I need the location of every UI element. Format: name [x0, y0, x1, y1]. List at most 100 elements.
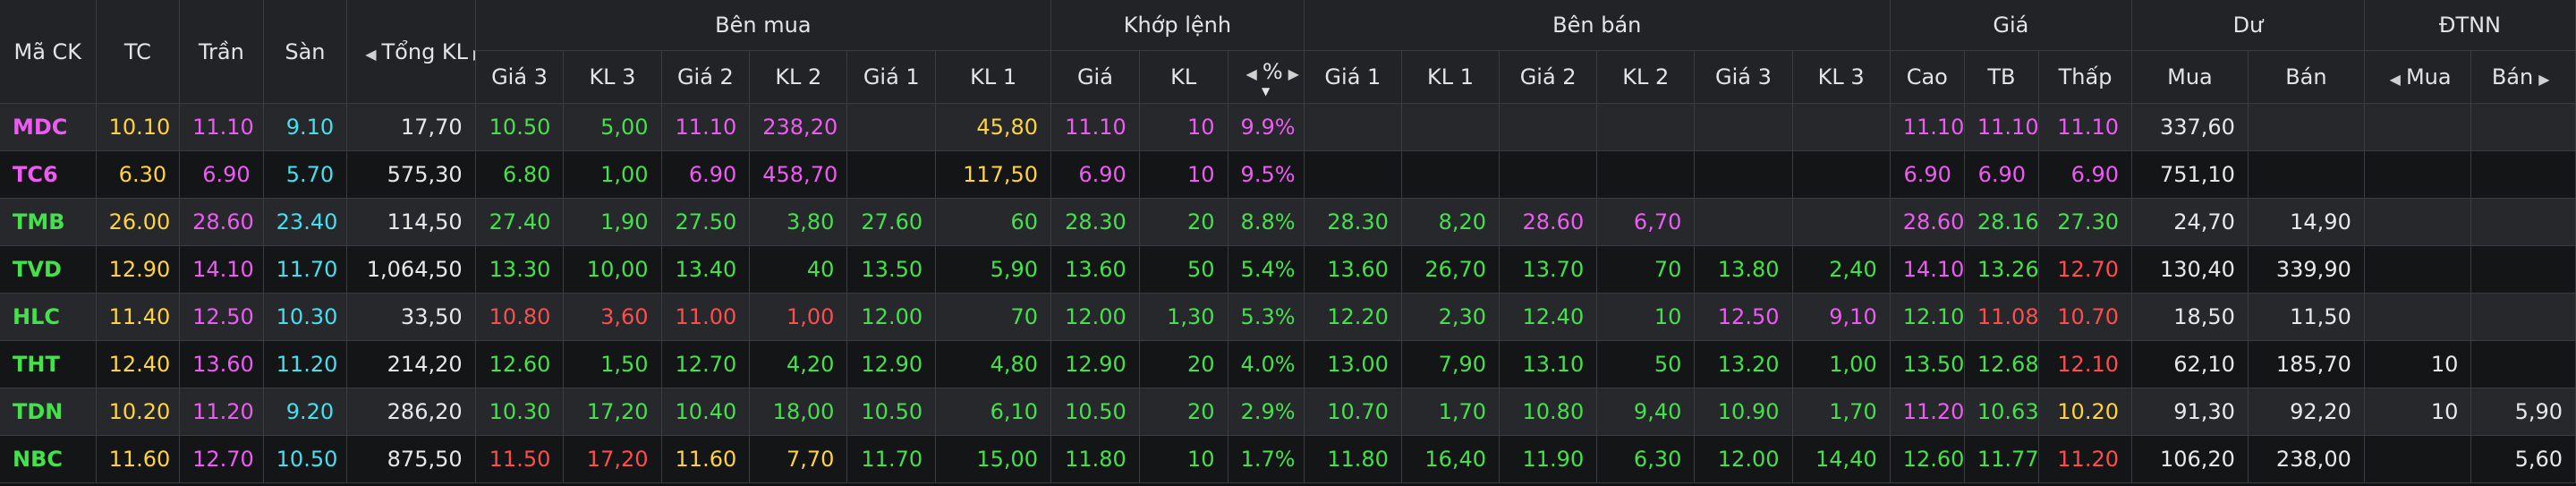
symbol-cell[interactable]: TC6: [0, 150, 97, 199]
ref-price-cell: 10.10: [96, 103, 181, 151]
buy-price-2-cell: 10.40: [661, 388, 751, 436]
stock-row[interactable]: TDN 10.20 11.20 9.20 286,20 10.30 17,20 10.40 18…: [0, 388, 2576, 436]
total-volume-cell: 875,50: [346, 435, 476, 483]
sell-price-1-cell: 10.70: [1304, 388, 1402, 436]
buy-vol-2-cell: 1,00: [749, 293, 848, 341]
match-price-cell: 11.80: [1050, 435, 1140, 483]
col-header-sell-vol-1[interactable]: KL 1: [1401, 50, 1501, 104]
board-body: MDC 10.10 11.10 9.10 17,70 10.50 5,00 11.10 238,…: [0, 103, 2576, 483]
stock-row[interactable]: TC6 6.30 6.90 5.70 575,30 6.80 1,00 6.90 458,70 1…: [0, 150, 2576, 199]
col-header-floor[interactable]: Sàn: [263, 0, 348, 104]
foreign-buy-cell: [2364, 435, 2472, 483]
caret-left-icon[interactable]: ◀: [2385, 71, 2406, 88]
low-price-cell: 12.10: [2038, 340, 2132, 388]
buy-price-2-cell: 27.50: [661, 198, 751, 246]
stock-row[interactable]: MDC 10.10 11.10 9.10 17,70 10.50 5,00 11.10 238,…: [0, 103, 2576, 151]
remain-buy-cell: 337,60: [2131, 103, 2249, 151]
buy-vol-2-cell: 3,80: [749, 198, 848, 246]
symbol-cell[interactable]: TVD: [0, 245, 97, 294]
low-price-cell: 10.70: [2038, 293, 2132, 341]
col-header-foreign-sell[interactable]: Bán ▶: [2470, 50, 2576, 104]
col-header-buy-price-1[interactable]: Giá 1: [846, 50, 937, 104]
match-volume-cell: 20: [1139, 388, 1228, 436]
sell-vol-1-cell: 7,90: [1401, 340, 1501, 388]
match-price-cell: 11.10: [1050, 103, 1140, 151]
sell-vol-2-cell: 9,40: [1596, 388, 1696, 436]
sell-price-1-cell: 11.80: [1304, 435, 1402, 483]
sell-price-2-cell: 28.60: [1499, 198, 1598, 246]
buy-vol-3-cell: 5,00: [563, 103, 662, 151]
stock-row[interactable]: TMB 26.00 28.60 23.40 114,50 27.40 1,90 27.50 3,…: [0, 198, 2576, 246]
col-header-symbol[interactable]: Mã CK: [0, 0, 97, 104]
stock-row[interactable]: TVD 12.90 14.10 11.70 1,064,50 13.30 10,00 13.4…: [0, 245, 2576, 294]
high-price-cell: 13.50: [1890, 340, 1965, 388]
total-volume-cell: 17,70: [346, 103, 476, 151]
caret-right-icon[interactable]: ▶: [2533, 71, 2555, 88]
ref-price-cell: 11.40: [96, 293, 181, 341]
col-header-foreign-buy[interactable]: ◀ Mua: [2364, 50, 2472, 104]
floor-price-cell: 10.50: [263, 435, 348, 483]
buy-price-2-cell: 12.70: [661, 340, 751, 388]
symbol-cell[interactable]: THT: [0, 340, 97, 388]
col-header-buy-price-3[interactable]: Giá 3: [475, 50, 565, 104]
col-header-low[interactable]: Thấp: [2038, 50, 2132, 104]
col-header-buy-vol-2[interactable]: KL 2: [749, 50, 848, 104]
col-header-buy-vol-1[interactable]: KL 1: [935, 50, 1052, 104]
col-header-average[interactable]: TB: [1964, 50, 2040, 104]
symbol-cell[interactable]: TMB: [0, 198, 97, 246]
col-header-sell-vol-2[interactable]: KL 2: [1596, 50, 1696, 104]
col-header-sell-vol-3[interactable]: KL 3: [1792, 50, 1891, 104]
caret-right-icon[interactable]: ▶: [1283, 65, 1304, 82]
change-percent-cell: 9.9%: [1228, 103, 1305, 151]
col-header-sell-price-3[interactable]: Giá 3: [1694, 50, 1793, 104]
col-header-change-percent[interactable]: ◀% ▶ ▼: [1228, 50, 1305, 104]
match-price-cell: 6.90: [1050, 150, 1140, 199]
sell-vol-2-cell: 70: [1596, 245, 1696, 294]
buy-price-3-cell: 10.50: [475, 103, 565, 151]
col-header-buy-vol-3[interactable]: KL 3: [563, 50, 662, 104]
sell-vol-1-cell: 26,70: [1401, 245, 1501, 294]
sell-vol-1-cell: [1401, 103, 1501, 151]
col-header-match-price[interactable]: Giá: [1050, 50, 1140, 104]
floor-price-cell: 5.70: [263, 150, 348, 199]
symbol-cell[interactable]: NBC: [0, 435, 97, 483]
col-header-remain-buy[interactable]: Mua: [2131, 50, 2249, 104]
symbol-cell[interactable]: MDC: [0, 103, 97, 151]
sell-vol-2-cell: 6,70: [1596, 198, 1696, 246]
match-volume-cell: 10: [1139, 150, 1228, 199]
caret-right-icon[interactable]: ▶: [468, 46, 474, 63]
col-header-ref[interactable]: TC: [96, 0, 181, 104]
stock-row[interactable]: NBC 11.60 12.70 10.50 875,50 11.50 17,20 11.60 7…: [0, 435, 2576, 483]
symbol-cell[interactable]: TDN: [0, 388, 97, 436]
col-header-remain-sell[interactable]: Bán: [2248, 50, 2365, 104]
ref-price-cell: 11.60: [96, 435, 181, 483]
stock-row[interactable]: THT 12.40 13.60 11.20 214,20 12.60 1,50 12.70 4,…: [0, 340, 2576, 388]
buy-price-1-cell: 12.00: [846, 293, 937, 341]
col-header-match-volume[interactable]: KL: [1139, 50, 1228, 104]
caret-left-icon[interactable]: ◀: [1241, 65, 1262, 82]
col-header-buy-price-2[interactable]: Giá 2: [661, 50, 751, 104]
buy-price-1-cell: 27.60: [846, 198, 937, 246]
buy-price-3-cell: 6.80: [475, 150, 565, 199]
average-price-cell: 11.08: [1964, 293, 2040, 341]
foreign-sell-cell: [2470, 245, 2576, 294]
ref-price-cell: 12.40: [96, 340, 181, 388]
floor-price-cell: 9.10: [263, 103, 348, 151]
col-header-total-volume[interactable]: ◀Tổng KL▶: [346, 0, 476, 104]
change-percent-cell: 5.4%: [1228, 245, 1305, 294]
ceiling-price-cell: 14.10: [179, 245, 264, 294]
buy-vol-3-cell: 10,00: [563, 245, 662, 294]
remain-buy-cell: 91,30: [2131, 388, 2249, 436]
foreign-sell-cell: [2470, 103, 2576, 151]
foreign-sell-label: Bán: [2491, 64, 2534, 90]
col-header-ceil[interactable]: Trần: [179, 0, 264, 104]
stock-row[interactable]: HLC 11.40 12.50 10.30 33,50 10.80 3,60 11.00 1,0…: [0, 293, 2576, 341]
col-header-sell-price-1[interactable]: Giá 1: [1304, 50, 1402, 104]
foreign-buy-cell: [2364, 293, 2472, 341]
caret-left-icon[interactable]: ◀: [360, 46, 381, 63]
symbol-cell[interactable]: HLC: [0, 293, 97, 341]
col-header-sell-price-2[interactable]: Giá 2: [1499, 50, 1598, 104]
floor-price-cell: 11.20: [263, 340, 348, 388]
col-header-high[interactable]: Cao: [1890, 50, 1965, 104]
change-percent-cell: 2.9%: [1228, 388, 1305, 436]
